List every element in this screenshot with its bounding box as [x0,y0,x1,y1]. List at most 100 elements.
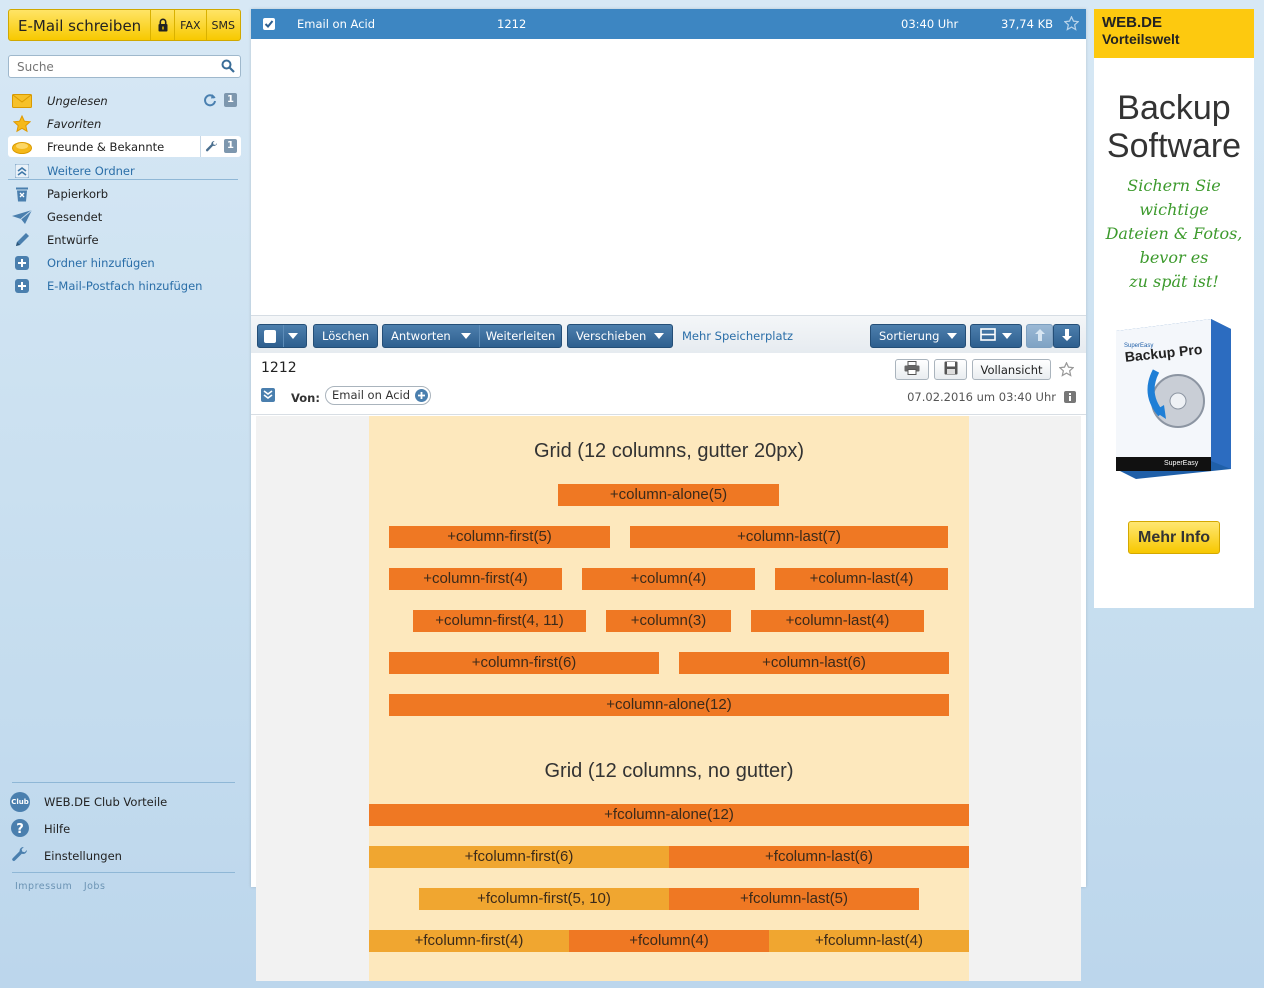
sender-name: Email on Acid [332,388,411,402]
ad-brand: WEB.DE [1102,14,1162,31]
sms-button[interactable]: SMS [205,10,240,40]
sidebar-item-unread[interactable]: Ungelesen 1 [8,90,241,111]
more-storage-link[interactable]: Mehr Speicherplatz [682,329,793,343]
chevron-down-icon [288,333,298,339]
product-brand: SuperEasy [1164,460,1199,467]
sidebar-divider [12,872,235,873]
search-box [8,55,241,78]
grid-cell: +fcolumn-last(4) [769,930,969,952]
more-info-button[interactable]: Mehr Info [1128,521,1220,554]
delete-button[interactable]: Löschen [313,324,379,348]
wrench-icon [10,845,30,868]
grid-cell: +column-alone(12) [389,694,949,716]
select-dropdown[interactable] [257,324,307,348]
fax-button[interactable]: FAX [174,10,205,40]
next-message-button[interactable] [1053,324,1080,348]
chevron-down-icon[interactable] [460,333,471,339]
sidebar-item-label: Papierkorb [47,186,109,201]
unread-count-badge: 1 [224,93,237,107]
lock-icon[interactable] [150,10,174,40]
from-label: Von: [291,391,320,405]
sidebar-item-label: Favoriten [47,116,102,131]
sidebar-item-settings[interactable]: Einstellungen [10,845,236,867]
grid-cell: +column-first(4) [389,568,562,590]
sidebar-item-label: E-Mail-Postfach hinzufügen [47,278,203,293]
search-input[interactable] [9,56,209,77]
print-button[interactable] [895,359,929,380]
layout-icon [971,328,996,344]
message-toolbar: Löschen Antworten Weiterleiten Verschieb… [251,315,1086,353]
row-subject: 1212 [497,17,527,31]
previous-message-button[interactable] [1026,324,1053,348]
grid-cell: +column(3) [606,610,731,632]
fullview-button[interactable]: Vollansicht [972,359,1051,380]
save-button[interactable] [934,359,967,380]
sidebar-item-label: Ungelesen [47,93,108,108]
compose-button[interactable]: E-Mail schreiben [9,10,150,40]
chevron-down-icon [1002,333,1012,339]
ad-subtitle: Vorteilswelt [1102,31,1180,47]
sidebar-divider [12,782,235,783]
grid-cell: +fcolumn-last(6) [669,846,969,868]
sidebar-item-label: Weitere Ordner [47,163,135,178]
ad-text-line: Dateien & Fotos, [1105,224,1243,243]
sidebar-item-favorites[interactable]: Favoriten [8,113,241,134]
select-all-checkbox[interactable] [264,329,276,343]
plus-circle-icon [11,254,33,272]
ad-text-line: Sichern Sie [1127,176,1221,195]
sidebar-item-label: WEB.DE Club Vorteile [44,795,168,809]
star-icon [11,114,33,133]
sidebar-item-more-folders[interactable]: Weitere Ordner [8,160,241,181]
sidebar-item-club[interactable]: Club WEB.DE Club Vorteile [10,791,236,813]
ad-title-line: Backup [1117,89,1231,127]
sidebar-item-label: Einstellungen [44,849,122,863]
email-content: Grid (12 columns, gutter 20px) +column-a… [369,416,969,981]
reply-group: Antworten Weiterleiten [382,324,563,348]
ad-header: WEB.DE Vorteilswelt [1094,9,1254,58]
grid-cell: +fcolumn-first(6) [369,846,669,868]
ad-text-line: bevor es [1139,248,1209,267]
ad-text-line: zu spät ist! [1129,272,1219,291]
star-icon[interactable] [1058,361,1075,380]
star-icon[interactable] [1063,15,1080,34]
advertisement[interactable]: WEB.DE Vorteilswelt Backup Software Sich… [1094,9,1254,608]
grid-title-gutter: Grid (12 columns, gutter 20px) [533,440,805,462]
mail-list-row[interactable]: Email on Acid 1212 03:40 Uhr 37,74 KB [251,9,1086,39]
footer-links: Impressum Jobs [15,879,113,892]
sidebar-item-drafts[interactable]: Entwürfe [8,229,241,250]
add-contact-icon[interactable] [415,389,429,407]
sidebar-item-friends[interactable]: Freunde & Bekannte 1 [8,136,241,157]
grid-title-no-gutter: Grid (12 columns, no gutter) [544,760,794,782]
impressum-link[interactable]: Impressum [15,881,72,892]
message-subject: 1212 [261,360,297,376]
sender-chip[interactable]: Email on Acid [325,386,432,407]
compose-bar: E-Mail schreiben FAX SMS [8,9,241,41]
layout-button[interactable] [970,324,1022,348]
row-time: 03:40 Uhr [901,17,959,31]
forward-button[interactable]: Weiterleiten [480,329,562,343]
expand-header-icon[interactable] [261,388,275,405]
row-size: 37,74 KB [1001,17,1054,31]
move-button[interactable]: Verschieben [567,324,674,348]
info-icon[interactable] [1064,391,1076,406]
reply-button[interactable]: Antworten [383,329,459,343]
ad-title: Backup Software [1094,89,1254,165]
folder-icon [11,138,33,156]
search-icon[interactable] [221,59,235,76]
help-icon: ? [10,818,30,841]
sidebar-item-help[interactable]: ? Hilfe [10,818,236,840]
row-checkbox[interactable] [263,18,275,30]
sort-button[interactable]: Sortierung [870,324,967,348]
refresh-icon[interactable] [203,93,217,110]
sidebar-item-label: Ordner hinzufügen [47,255,155,270]
plus-circle-icon [11,277,33,295]
wrench-icon[interactable] [200,136,222,157]
message-date: 07.02.2016 um 03:40 Uhr [907,390,1056,404]
sidebar-item-trash[interactable]: Papierkorb [8,183,241,204]
sidebar-item-add-folder[interactable]: Ordner hinzufügen [8,252,241,273]
grid-cell: +column-first(6) [389,652,659,674]
sidebar-item-add-mailbox[interactable]: E-Mail-Postfach hinzufügen [8,275,241,296]
jobs-link[interactable]: Jobs [84,881,106,892]
grid-cell: +column-last(6) [679,652,949,674]
sidebar-item-sent[interactable]: Gesendet [8,206,241,227]
